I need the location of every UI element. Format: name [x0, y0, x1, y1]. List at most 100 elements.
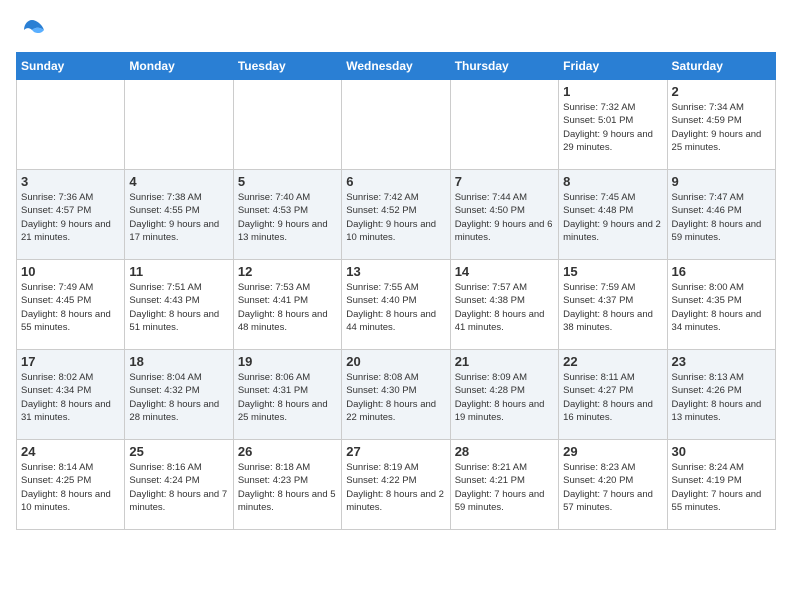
day-info: Sunrise: 8:18 AMSunset: 4:23 PMDaylight:… — [238, 461, 337, 514]
day-info: Sunrise: 7:47 AMSunset: 4:46 PMDaylight:… — [672, 191, 771, 244]
day-number: 18 — [129, 354, 228, 369]
day-info: Sunrise: 7:44 AMSunset: 4:50 PMDaylight:… — [455, 191, 554, 244]
day-info: Sunrise: 8:06 AMSunset: 4:31 PMDaylight:… — [238, 371, 337, 424]
calendar-cell: 4 Sunrise: 7:38 AMSunset: 4:55 PMDaylight… — [125, 170, 233, 260]
calendar-cell — [17, 80, 125, 170]
day-info: Sunrise: 8:24 AMSunset: 4:19 PMDaylight:… — [672, 461, 771, 514]
calendar-cell: 5 Sunrise: 7:40 AMSunset: 4:53 PMDaylight… — [233, 170, 341, 260]
logo — [16, 16, 46, 44]
day-info: Sunrise: 7:45 AMSunset: 4:48 PMDaylight:… — [563, 191, 662, 244]
calendar-table: SundayMondayTuesdayWednesdayThursdayFrid… — [16, 52, 776, 530]
day-info: Sunrise: 7:42 AMSunset: 4:52 PMDaylight:… — [346, 191, 445, 244]
calendar-cell: 28 Sunrise: 8:21 AMSunset: 4:21 PMDayligh… — [450, 440, 558, 530]
calendar-cell: 21 Sunrise: 8:09 AMSunset: 4:28 PMDayligh… — [450, 350, 558, 440]
calendar-cell — [233, 80, 341, 170]
calendar-cell: 10Sunrise: 7:49 AMSunset: 4:45 PMDayligh… — [17, 260, 125, 350]
day-info: Sunrise: 8:00 AMSunset: 4:35 PMDaylight:… — [672, 281, 771, 334]
calendar-cell: 24 Sunrise: 8:14 AMSunset: 4:25 PMDayligh… — [17, 440, 125, 530]
day-info: Sunrise: 7:32 AMSunset: 5:01 PMDaylight:… — [563, 101, 662, 154]
day-info: Sunrise: 8:21 AMSunset: 4:21 PMDaylight:… — [455, 461, 554, 514]
day-number: 11 — [129, 264, 228, 279]
day-number: 4 — [129, 174, 228, 189]
day-number: 17 — [21, 354, 120, 369]
calendar-cell: 13Sunrise: 7:55 AMSunset: 4:40 PMDayligh… — [342, 260, 450, 350]
logo-text — [16, 16, 46, 44]
calendar-cell: 17 Sunrise: 8:02 AMSunset: 4:34 PMDayligh… — [17, 350, 125, 440]
calendar-cell: 30 Sunrise: 8:24 AMSunset: 4:19 PMDayligh… — [667, 440, 775, 530]
calendar-cell: 16 Sunrise: 8:00 AMSunset: 4:35 PMDayligh… — [667, 260, 775, 350]
day-info: Sunrise: 7:36 AMSunset: 4:57 PMDaylight:… — [21, 191, 120, 244]
calendar-cell — [125, 80, 233, 170]
day-header: Thursday — [450, 53, 558, 80]
calendar-cell: 19 Sunrise: 8:06 AMSunset: 4:31 PMDayligh… — [233, 350, 341, 440]
day-number: 25 — [129, 444, 228, 459]
day-info: Sunrise: 7:49 AMSunset: 4:45 PMDaylight:… — [21, 281, 120, 334]
calendar-cell: 9 Sunrise: 7:47 AMSunset: 4:46 PMDaylight… — [667, 170, 775, 260]
calendar-cell: 20 Sunrise: 8:08 AMSunset: 4:30 PMDayligh… — [342, 350, 450, 440]
day-info: Sunrise: 7:34 AMSunset: 4:59 PMDaylight:… — [672, 101, 771, 154]
day-number: 24 — [21, 444, 120, 459]
day-number: 22 — [563, 354, 662, 369]
day-header: Tuesday — [233, 53, 341, 80]
day-info: Sunrise: 7:38 AMSunset: 4:55 PMDaylight:… — [129, 191, 228, 244]
header — [16, 16, 776, 44]
day-info: Sunrise: 8:11 AMSunset: 4:27 PMDaylight:… — [563, 371, 662, 424]
day-info: Sunrise: 8:02 AMSunset: 4:34 PMDaylight:… — [21, 371, 120, 424]
day-number: 9 — [672, 174, 771, 189]
day-number: 7 — [455, 174, 554, 189]
day-info: Sunrise: 8:23 AMSunset: 4:20 PMDaylight:… — [563, 461, 662, 514]
day-number: 2 — [672, 84, 771, 99]
day-info: Sunrise: 8:13 AMSunset: 4:26 PMDaylight:… — [672, 371, 771, 424]
logo-bird-icon — [18, 16, 46, 44]
calendar-cell: 26Sunrise: 8:18 AMSunset: 4:23 PMDayligh… — [233, 440, 341, 530]
day-number: 3 — [21, 174, 120, 189]
day-info: Sunrise: 7:59 AMSunset: 4:37 PMDaylight:… — [563, 281, 662, 334]
calendar-cell: 12 Sunrise: 7:53 AMSunset: 4:41 PMDayligh… — [233, 260, 341, 350]
calendar-cell — [450, 80, 558, 170]
day-number: 12 — [238, 264, 337, 279]
calendar-cell: 8 Sunrise: 7:45 AMSunset: 4:48 PMDaylight… — [559, 170, 667, 260]
day-info: Sunrise: 8:19 AMSunset: 4:22 PMDaylight:… — [346, 461, 445, 514]
day-number: 21 — [455, 354, 554, 369]
calendar-cell: 6Sunrise: 7:42 AMSunset: 4:52 PMDaylight… — [342, 170, 450, 260]
day-number: 27 — [346, 444, 445, 459]
day-header: Wednesday — [342, 53, 450, 80]
calendar-cell: 2 Sunrise: 7:34 AMSunset: 4:59 PMDaylight… — [667, 80, 775, 170]
calendar-cell: 23 Sunrise: 8:13 AMSunset: 4:26 PMDayligh… — [667, 350, 775, 440]
calendar-cell — [342, 80, 450, 170]
calendar-cell: 22 Sunrise: 8:11 AMSunset: 4:27 PMDayligh… — [559, 350, 667, 440]
calendar-cell: 29 Sunrise: 8:23 AMSunset: 4:20 PMDayligh… — [559, 440, 667, 530]
day-info: Sunrise: 7:53 AMSunset: 4:41 PMDaylight:… — [238, 281, 337, 334]
day-info: Sunrise: 8:16 AMSunset: 4:24 PMDaylight:… — [129, 461, 228, 514]
day-number: 20 — [346, 354, 445, 369]
day-number: 5 — [238, 174, 337, 189]
day-number: 1 — [563, 84, 662, 99]
day-info: Sunrise: 7:40 AMSunset: 4:53 PMDaylight:… — [238, 191, 337, 244]
day-header: Friday — [559, 53, 667, 80]
day-info: Sunrise: 7:51 AMSunset: 4:43 PMDaylight:… — [129, 281, 228, 334]
day-number: 29 — [563, 444, 662, 459]
day-info: Sunrise: 8:08 AMSunset: 4:30 PMDaylight:… — [346, 371, 445, 424]
calendar-cell: 3 Sunrise: 7:36 AMSunset: 4:57 PMDaylight… — [17, 170, 125, 260]
calendar-cell: 18 Sunrise: 8:04 AMSunset: 4:32 PMDayligh… — [125, 350, 233, 440]
day-number: 8 — [563, 174, 662, 189]
day-number: 15 — [563, 264, 662, 279]
day-info: Sunrise: 8:09 AMSunset: 4:28 PMDaylight:… — [455, 371, 554, 424]
day-number: 19 — [238, 354, 337, 369]
day-info: Sunrise: 7:57 AMSunset: 4:38 PMDaylight:… — [455, 281, 554, 334]
day-number: 28 — [455, 444, 554, 459]
day-number: 16 — [672, 264, 771, 279]
day-number: 14 — [455, 264, 554, 279]
day-header: Monday — [125, 53, 233, 80]
calendar-cell: 25 Sunrise: 8:16 AMSunset: 4:24 PMDayligh… — [125, 440, 233, 530]
calendar-cell: 14 Sunrise: 7:57 AMSunset: 4:38 PMDayligh… — [450, 260, 558, 350]
calendar-cell: 27 Sunrise: 8:19 AMSunset: 4:22 PMDayligh… — [342, 440, 450, 530]
day-info: Sunrise: 8:14 AMSunset: 4:25 PMDaylight:… — [21, 461, 120, 514]
day-header: Saturday — [667, 53, 775, 80]
day-number: 30 — [672, 444, 771, 459]
day-number: 23 — [672, 354, 771, 369]
day-info: Sunrise: 8:04 AMSunset: 4:32 PMDaylight:… — [129, 371, 228, 424]
day-number: 13 — [346, 264, 445, 279]
calendar-cell: 15 Sunrise: 7:59 AMSunset: 4:37 PMDayligh… — [559, 260, 667, 350]
calendar-cell: 11 Sunrise: 7:51 AMSunset: 4:43 PMDayligh… — [125, 260, 233, 350]
